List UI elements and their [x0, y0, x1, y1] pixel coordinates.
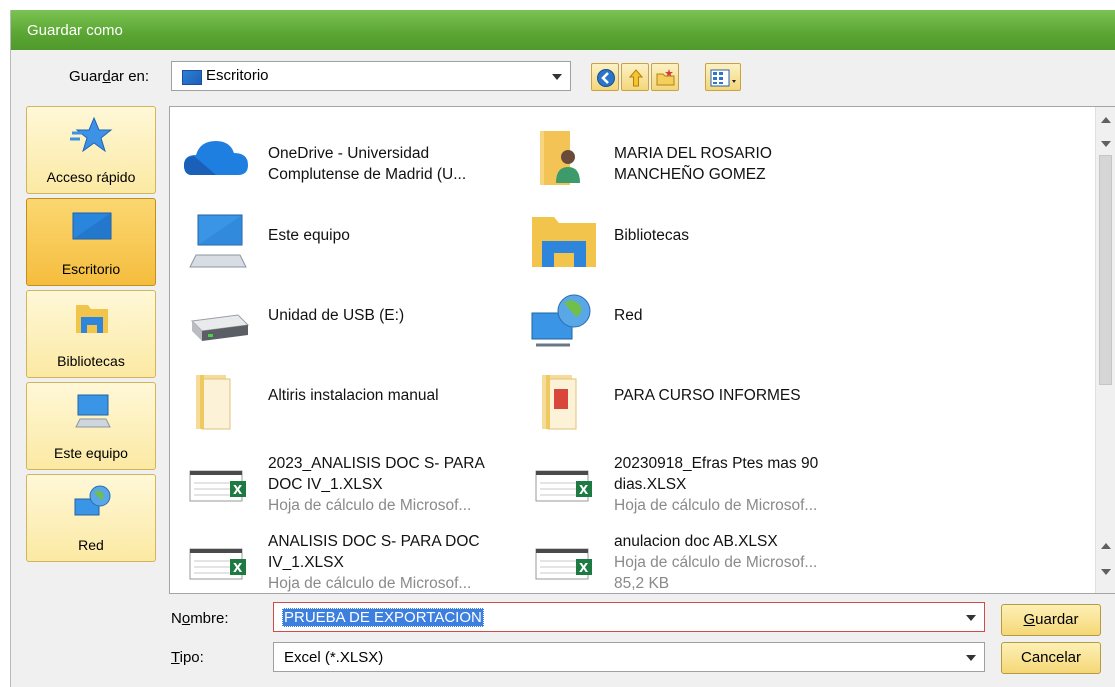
back-button[interactable]: [591, 63, 619, 91]
place-label: Red: [78, 537, 104, 553]
scroll-up-arrow-icon[interactable]: [1101, 543, 1111, 549]
scroll-up-arrow-icon[interactable]: [1101, 117, 1111, 123]
svg-text:X: X: [579, 483, 589, 497]
save-in-value: Escritorio: [206, 67, 269, 84]
list-item[interactable]: OneDrive - Universidad Complutense de Ma…: [176, 119, 516, 197]
computer-icon: [75, 394, 111, 428]
svg-text:X: X: [579, 561, 589, 575]
list-item[interactable]: Unidad de USB (E:): [176, 283, 516, 361]
filetype-label: Tipo:: [171, 649, 204, 666]
list-item[interactable]: Bibliotecas: [522, 203, 862, 281]
folder-icon: [542, 375, 577, 430]
file-name: Este equipo: [268, 227, 350, 244]
place-label: Este equipo: [54, 445, 128, 461]
libraries-folder-icon: [76, 305, 108, 333]
file-list-scrollbar[interactable]: [1095, 107, 1115, 593]
up-arrow-icon: [628, 69, 644, 87]
list-item[interactable]: X anulacion doc AB.XLSX Hoja de cálculo d…: [522, 521, 864, 593]
chevron-down-icon[interactable]: [966, 615, 976, 621]
up-folder-button[interactable]: [621, 63, 649, 91]
file-name: 20230918_Efras Ptes mas 90 dias.XLSX Hoja…: [614, 453, 864, 516]
star-icon: [70, 116, 113, 153]
file-name: ANALISIS DOC S- PARA DOC IV_1.XLSX Hoja d…: [268, 531, 518, 593]
file-name: MARIA DEL ROSARIO MANCHEÑO GOMEZ: [614, 145, 772, 183]
file-name: 2023_ANALISIS DOC S- PARA DOC IV_1.XLSX H…: [268, 453, 518, 516]
excel-file-icon: X: [189, 548, 246, 580]
file-name: Bibliotecas: [614, 227, 689, 244]
svg-text:X: X: [233, 561, 243, 575]
filename-input[interactable]: PRUEBA DE EXPORTACION: [273, 602, 985, 632]
view-grid-icon: [710, 69, 736, 87]
svg-text:X: X: [233, 483, 243, 497]
view-menu-button[interactable]: [705, 63, 741, 91]
excel-file-icon: X: [535, 470, 592, 502]
place-desktop[interactable]: Escritorio: [26, 198, 156, 286]
list-item[interactable]: X ANALISIS DOC S- PARA DOC IV_1.XLSX Hoja…: [176, 521, 518, 593]
place-label: Acceso rápido: [46, 169, 136, 185]
excel-file-icon: X: [189, 470, 246, 502]
filetype-value: Excel (*.XLSX): [284, 649, 384, 666]
file-name: Red: [614, 307, 643, 324]
save-button[interactable]: Guardar: [1001, 604, 1101, 636]
place-quick-access[interactable]: Acceso rápido: [26, 106, 156, 194]
filename-value[interactable]: PRUEBA DE EXPORTACION: [282, 608, 484, 627]
filename-label: Nombre:: [171, 610, 229, 627]
list-item[interactable]: PARA CURSO INFORMES: [522, 363, 862, 441]
file-type: Hoja de cálculo de Microsof...: [614, 497, 818, 514]
excel-file-icon: X: [535, 548, 592, 580]
scroll-down-arrow-icon[interactable]: [1101, 141, 1111, 147]
save-in-label: Guardar en:: [69, 68, 150, 85]
file-name: Unidad de USB (E:): [268, 307, 405, 324]
network-globe-icon: [531, 294, 591, 347]
list-item[interactable]: X 20230918_Efras Ptes mas 90 dias.XLSX Ho…: [522, 443, 862, 521]
file-type: Hoja de cálculo de Microsof...: [614, 554, 818, 571]
file-name: OneDrive - Universidad Complutense de Ma…: [268, 145, 467, 183]
file-type: Hoja de cálculo de Microsof...: [268, 497, 472, 514]
libraries-folder-icon: [532, 217, 596, 267]
folder-icon: [196, 375, 231, 430]
file-type: Hoja de cálculo de Microsof...: [268, 575, 472, 592]
chevron-down-icon[interactable]: [552, 74, 562, 80]
list-item[interactable]: Red: [522, 283, 862, 361]
list-item[interactable]: Este equipo: [176, 203, 516, 281]
dialog-title: Guardar como: [11, 10, 1115, 50]
network-globe-icon: [74, 485, 111, 516]
file-size: 85,2 KB: [614, 575, 670, 592]
onedrive-cloud-icon: [184, 141, 248, 175]
file-list[interactable]: OneDrive - Universidad Complutense de Ma…: [169, 106, 1115, 594]
list-item[interactable]: X 2023_ANALISIS DOC S- PARA DOC IV_1.XLS…: [176, 443, 516, 521]
scroll-down-arrow-icon[interactable]: [1101, 569, 1111, 575]
place-libraries[interactable]: Bibliotecas: [26, 290, 156, 378]
cancel-button[interactable]: Cancelar: [1001, 642, 1101, 674]
new-folder-button[interactable]: [651, 63, 679, 91]
back-arrow-icon: [597, 69, 615, 87]
computer-icon: [189, 214, 247, 268]
place-label: Escritorio: [61, 261, 121, 277]
chevron-down-icon[interactable]: [966, 655, 976, 661]
new-folder-icon: [656, 69, 675, 86]
scrollbar-thumb[interactable]: [1099, 155, 1112, 385]
user-folder-icon: [540, 131, 580, 185]
filetype-dropdown[interactable]: Excel (*.XLSX): [273, 642, 985, 672]
place-network[interactable]: Red: [26, 474, 156, 562]
desktop-icon: [182, 70, 202, 85]
usb-drive-icon: [190, 314, 250, 341]
file-name: anulacion doc AB.XLSX Hoja de cálculo de …: [614, 531, 864, 593]
list-item[interactable]: Altiris instalacion manual: [176, 363, 516, 441]
place-this-pc[interactable]: Este equipo: [26, 382, 156, 470]
save-in-dropdown[interactable]: Escritorio: [171, 61, 571, 91]
list-item[interactable]: MARIA DEL ROSARIO MANCHEÑO GOMEZ: [522, 119, 862, 197]
desktop-icon: [72, 212, 112, 240]
file-name: PARA CURSO INFORMES: [614, 387, 801, 404]
save-as-dialog: Guardar como Guardar en: Escritorio Acce…: [10, 10, 1115, 687]
file-name: Altiris instalacion manual: [268, 387, 439, 404]
place-label: Bibliotecas: [57, 353, 125, 369]
